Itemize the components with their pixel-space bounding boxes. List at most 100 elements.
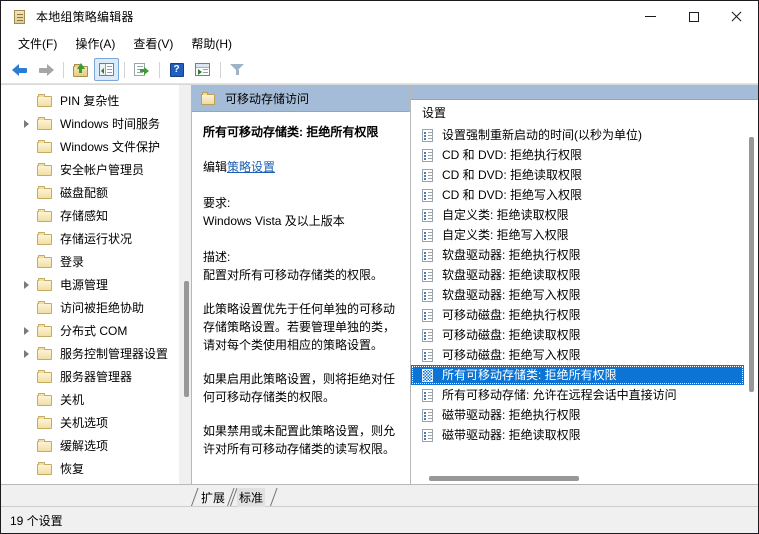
close-button[interactable] [715, 1, 758, 32]
tree-item-windows-time-service[interactable]: Windows 时间服务 [1, 112, 191, 135]
tree-item-label: 存储运行状况 [60, 231, 133, 246]
folder-icon [37, 232, 53, 245]
list-item[interactable]: 可移动磁盘: 拒绝读取权限 [411, 325, 758, 345]
list-item-label: 所有可移动存储类: 拒绝所有权限 [442, 368, 617, 382]
folder-icon [201, 91, 216, 105]
folder-icon [37, 255, 53, 268]
policy-setting-icon [422, 388, 435, 403]
list-item[interactable]: CD 和 DVD: 拒绝执行权限 [411, 145, 758, 165]
tree-item-access-denied-assistance[interactable]: 访问被拒绝协助 [1, 296, 191, 319]
list-item-label: 软盘驱动器: 拒绝读取权限 [442, 268, 581, 282]
group-policy-editor-window: 本地组策略编辑器 文件(F) 操作(A) 查看(V) 帮助(H) ? PIN 复… [0, 0, 759, 534]
export-icon [134, 62, 149, 77]
filter-button[interactable] [225, 58, 250, 81]
tab-extended[interactable]: 扩展 [191, 488, 231, 506]
tree-item-label: 服务控制管理器设置 [60, 346, 169, 361]
tree-item-storage-health[interactable]: 存储运行状况 [1, 227, 191, 250]
list-item[interactable]: 可移动磁盘: 拒绝执行权限 [411, 305, 758, 325]
maximize-icon [688, 11, 699, 22]
tree-item-logon[interactable]: 登录 [1, 250, 191, 273]
tab-standard[interactable]: 标准 [227, 487, 271, 507]
tree-item-label: Windows 时间服务 [60, 116, 161, 131]
toolbar-separator [124, 61, 125, 78]
export-list-button[interactable] [129, 58, 154, 81]
chevron-right-icon[interactable] [21, 348, 32, 359]
list-item[interactable]: 自定义类: 拒绝写入权限 [411, 225, 758, 245]
tree-item-scm-settings[interactable]: 服务控制管理器设置 [1, 342, 191, 365]
view-tabs: 扩展 标准 [1, 484, 758, 507]
list-item[interactable]: 自定义类: 拒绝读取权限 [411, 205, 758, 225]
list-item[interactable]: CD 和 DVD: 拒绝写入权限 [411, 185, 758, 205]
list-item[interactable]: 磁带驱动器: 拒绝执行权限 [411, 405, 758, 425]
detail-pane-header: 可移动存储访问 [192, 85, 410, 112]
tree-item-sam[interactable]: 安全帐户管理员 [1, 158, 191, 181]
list-item[interactable]: 软盘驱动器: 拒绝写入权限 [411, 285, 758, 305]
list-horizontal-scrollbar-thumb[interactable] [429, 476, 579, 481]
tree-item-storage-sense[interactable]: 存储感知 [1, 204, 191, 227]
list-item-label: 磁带驱动器: 拒绝执行权限 [442, 408, 581, 422]
tree-item-power-management[interactable]: 电源管理 [1, 273, 191, 296]
tree-item-disk-quota[interactable]: 磁盘配额 [1, 181, 191, 204]
folder-icon [37, 347, 53, 360]
tree-item-label: PIN 复杂性 [60, 93, 120, 108]
status-text: 19 个设置 [10, 513, 63, 528]
up-one-level-button[interactable] [68, 58, 93, 81]
menu-view[interactable]: 查看(V) [124, 35, 182, 53]
minimize-button[interactable] [629, 1, 672, 32]
list-pane-header-band [411, 85, 758, 100]
back-button[interactable] [7, 58, 32, 81]
chevron-right-icon[interactable] [21, 118, 32, 129]
description-paragraph: 如果启用此策略设置，则将拒绝对任何可移动存储类的权限。 [203, 372, 396, 404]
chevron-right-icon[interactable] [21, 279, 32, 290]
folder-icon [37, 439, 53, 452]
properties-icon [195, 63, 210, 76]
forward-button[interactable] [33, 58, 58, 81]
folder-icon [37, 324, 53, 337]
forward-arrow-icon [38, 63, 54, 77]
chevron-right-icon[interactable] [21, 325, 32, 336]
list-item-label: 可移动磁盘: 拒绝执行权限 [442, 308, 581, 322]
properties-button[interactable] [190, 58, 215, 81]
help-button[interactable]: ? [164, 58, 189, 81]
list-item[interactable]: 可移动磁盘: 拒绝写入权限 [411, 345, 758, 365]
list-item[interactable]: 磁带驱动器: 拒绝读取权限 [411, 425, 758, 445]
list-item-label: CD 和 DVD: 拒绝写入权限 [442, 188, 583, 202]
folder-icon [37, 186, 53, 199]
edit-policy-setting-link[interactable]: 策略设置 [227, 160, 275, 174]
list-item[interactable]: 所有可移动存储: 允许在远程会话中直接访问 [411, 385, 758, 405]
folder-icon [37, 462, 53, 475]
tree-item-label: 分布式 COM [60, 323, 128, 338]
list-vertical-scrollbar-thumb[interactable] [749, 137, 754, 392]
detail-pane-body: 所有可移动存储类: 拒绝所有权限 编辑策略设置 要求: Windows Vist… [192, 112, 410, 482]
maximize-button[interactable] [672, 1, 715, 32]
policy-setting-icon [422, 128, 435, 143]
policy-setting-icon [422, 188, 435, 203]
policy-setting-icon [422, 328, 435, 343]
column-header-setting[interactable]: 设置 [411, 100, 758, 125]
show-hide-tree-button[interactable] [94, 58, 119, 81]
tree-item-label: 关机 [60, 392, 85, 407]
tree-item-recovery[interactable]: 恢复 [1, 457, 191, 480]
tree-item-label: 访问被拒绝协助 [60, 300, 145, 315]
list-item-label: 所有可移动存储: 允许在远程会话中直接访问 [442, 388, 677, 402]
folder-icon [37, 301, 53, 314]
tree-item-mitigation-options[interactable]: 缓解选项 [1, 434, 191, 457]
list-item[interactable]: 软盘驱动器: 拒绝执行权限 [411, 245, 758, 265]
menu-file[interactable]: 文件(F) [9, 35, 66, 53]
list-item[interactable]: 软盘驱动器: 拒绝读取权限 [411, 265, 758, 285]
list-item-selected[interactable]: 所有可移动存储类: 拒绝所有权限 [411, 365, 744, 385]
tree-item-pin-complexity[interactable]: PIN 复杂性 [1, 89, 191, 112]
tree-item-windows-file-protection[interactable]: Windows 文件保护 [1, 135, 191, 158]
tree-item-distributed-com[interactable]: 分布式 COM [1, 319, 191, 342]
menu-help[interactable]: 帮助(H) [182, 35, 241, 53]
tree-item-server-manager[interactable]: 服务器管理器 [1, 365, 191, 388]
folder-icon [37, 278, 53, 291]
list-item[interactable]: 设置强制重新启动的时间(以秒为单位) [411, 125, 758, 145]
list-item[interactable]: CD 和 DVD: 拒绝读取权限 [411, 165, 758, 185]
tree-item-label: 关机选项 [60, 415, 109, 430]
list-item-label: 设置强制重新启动的时间(以秒为单位) [442, 128, 642, 142]
menu-action[interactable]: 操作(A) [66, 35, 124, 53]
tree-item-shutdown-options[interactable]: 关机选项 [1, 411, 191, 434]
tree-scrollbar-thumb[interactable] [184, 281, 189, 397]
tree-item-shutdown[interactable]: 关机 [1, 388, 191, 411]
